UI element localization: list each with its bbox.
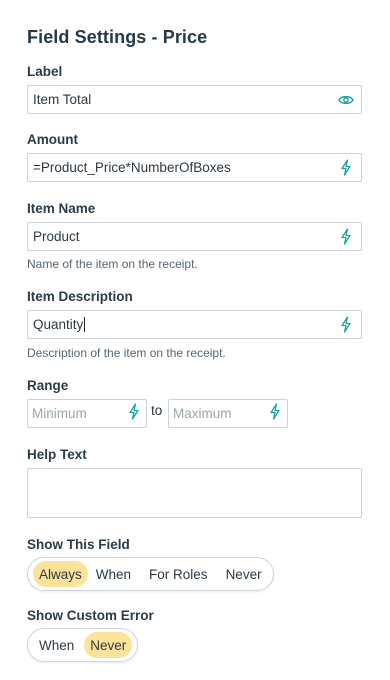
eye-icon[interactable] bbox=[337, 91, 355, 109]
item-name-input-value[interactable]: Product bbox=[33, 229, 337, 244]
lightning-icon[interactable] bbox=[337, 159, 355, 177]
range-separator: to bbox=[151, 403, 163, 418]
custom-error-segmented-control: When Never bbox=[27, 628, 139, 662]
label-input[interactable]: Item Total bbox=[27, 85, 362, 114]
custom-error-label: Show Custom Error bbox=[27, 608, 154, 623]
custom-error-option-never[interactable]: Never bbox=[84, 632, 133, 658]
custom-error-option-when[interactable]: When bbox=[33, 632, 80, 658]
item-description-field-label: Item Description bbox=[27, 289, 133, 304]
show-field-label: Show This Field bbox=[27, 537, 130, 552]
show-field-segmented-control: Always When For Roles Never bbox=[27, 557, 274, 591]
amount-input-value[interactable]: =Product_Price*NumberOfBoxes bbox=[33, 160, 337, 175]
show-field-option-always[interactable]: Always bbox=[33, 561, 88, 587]
lightning-icon[interactable] bbox=[337, 228, 355, 246]
range-minimum-input[interactable]: Minimum bbox=[27, 399, 147, 428]
label-input-value[interactable]: Item Total bbox=[33, 92, 337, 107]
item-description-input[interactable]: Quantity bbox=[27, 310, 362, 339]
page-title: Field Settings - Price bbox=[27, 27, 208, 47]
help-text-field-label: Help Text bbox=[27, 447, 87, 462]
item-name-hint: Name of the item on the receipt. bbox=[27, 257, 198, 271]
item-description-hint: Description of the item on the receipt. bbox=[27, 346, 226, 360]
range-maximum-placeholder[interactable]: Maximum bbox=[173, 406, 269, 421]
item-description-input-value[interactable]: Quantity bbox=[33, 317, 337, 332]
lightning-icon[interactable] bbox=[128, 402, 140, 425]
item-name-input[interactable]: Product bbox=[27, 222, 362, 251]
lightning-icon[interactable] bbox=[337, 316, 355, 334]
label-field-label: Label bbox=[27, 64, 63, 79]
amount-field-label: Amount bbox=[27, 132, 78, 147]
range-field-label: Range bbox=[27, 378, 69, 393]
text-caret bbox=[84, 317, 86, 332]
range-maximum-input[interactable]: Maximum bbox=[168, 399, 288, 428]
item-name-field-label: Item Name bbox=[27, 201, 96, 216]
show-field-option-for-roles[interactable]: For Roles bbox=[143, 561, 214, 587]
amount-input[interactable]: =Product_Price*NumberOfBoxes bbox=[27, 153, 362, 182]
show-field-option-never[interactable]: Never bbox=[220, 561, 268, 587]
range-minimum-placeholder[interactable]: Minimum bbox=[32, 406, 128, 421]
lightning-icon[interactable] bbox=[269, 402, 281, 425]
show-field-option-when[interactable]: When bbox=[90, 561, 137, 587]
help-text-textarea[interactable] bbox=[27, 468, 362, 518]
